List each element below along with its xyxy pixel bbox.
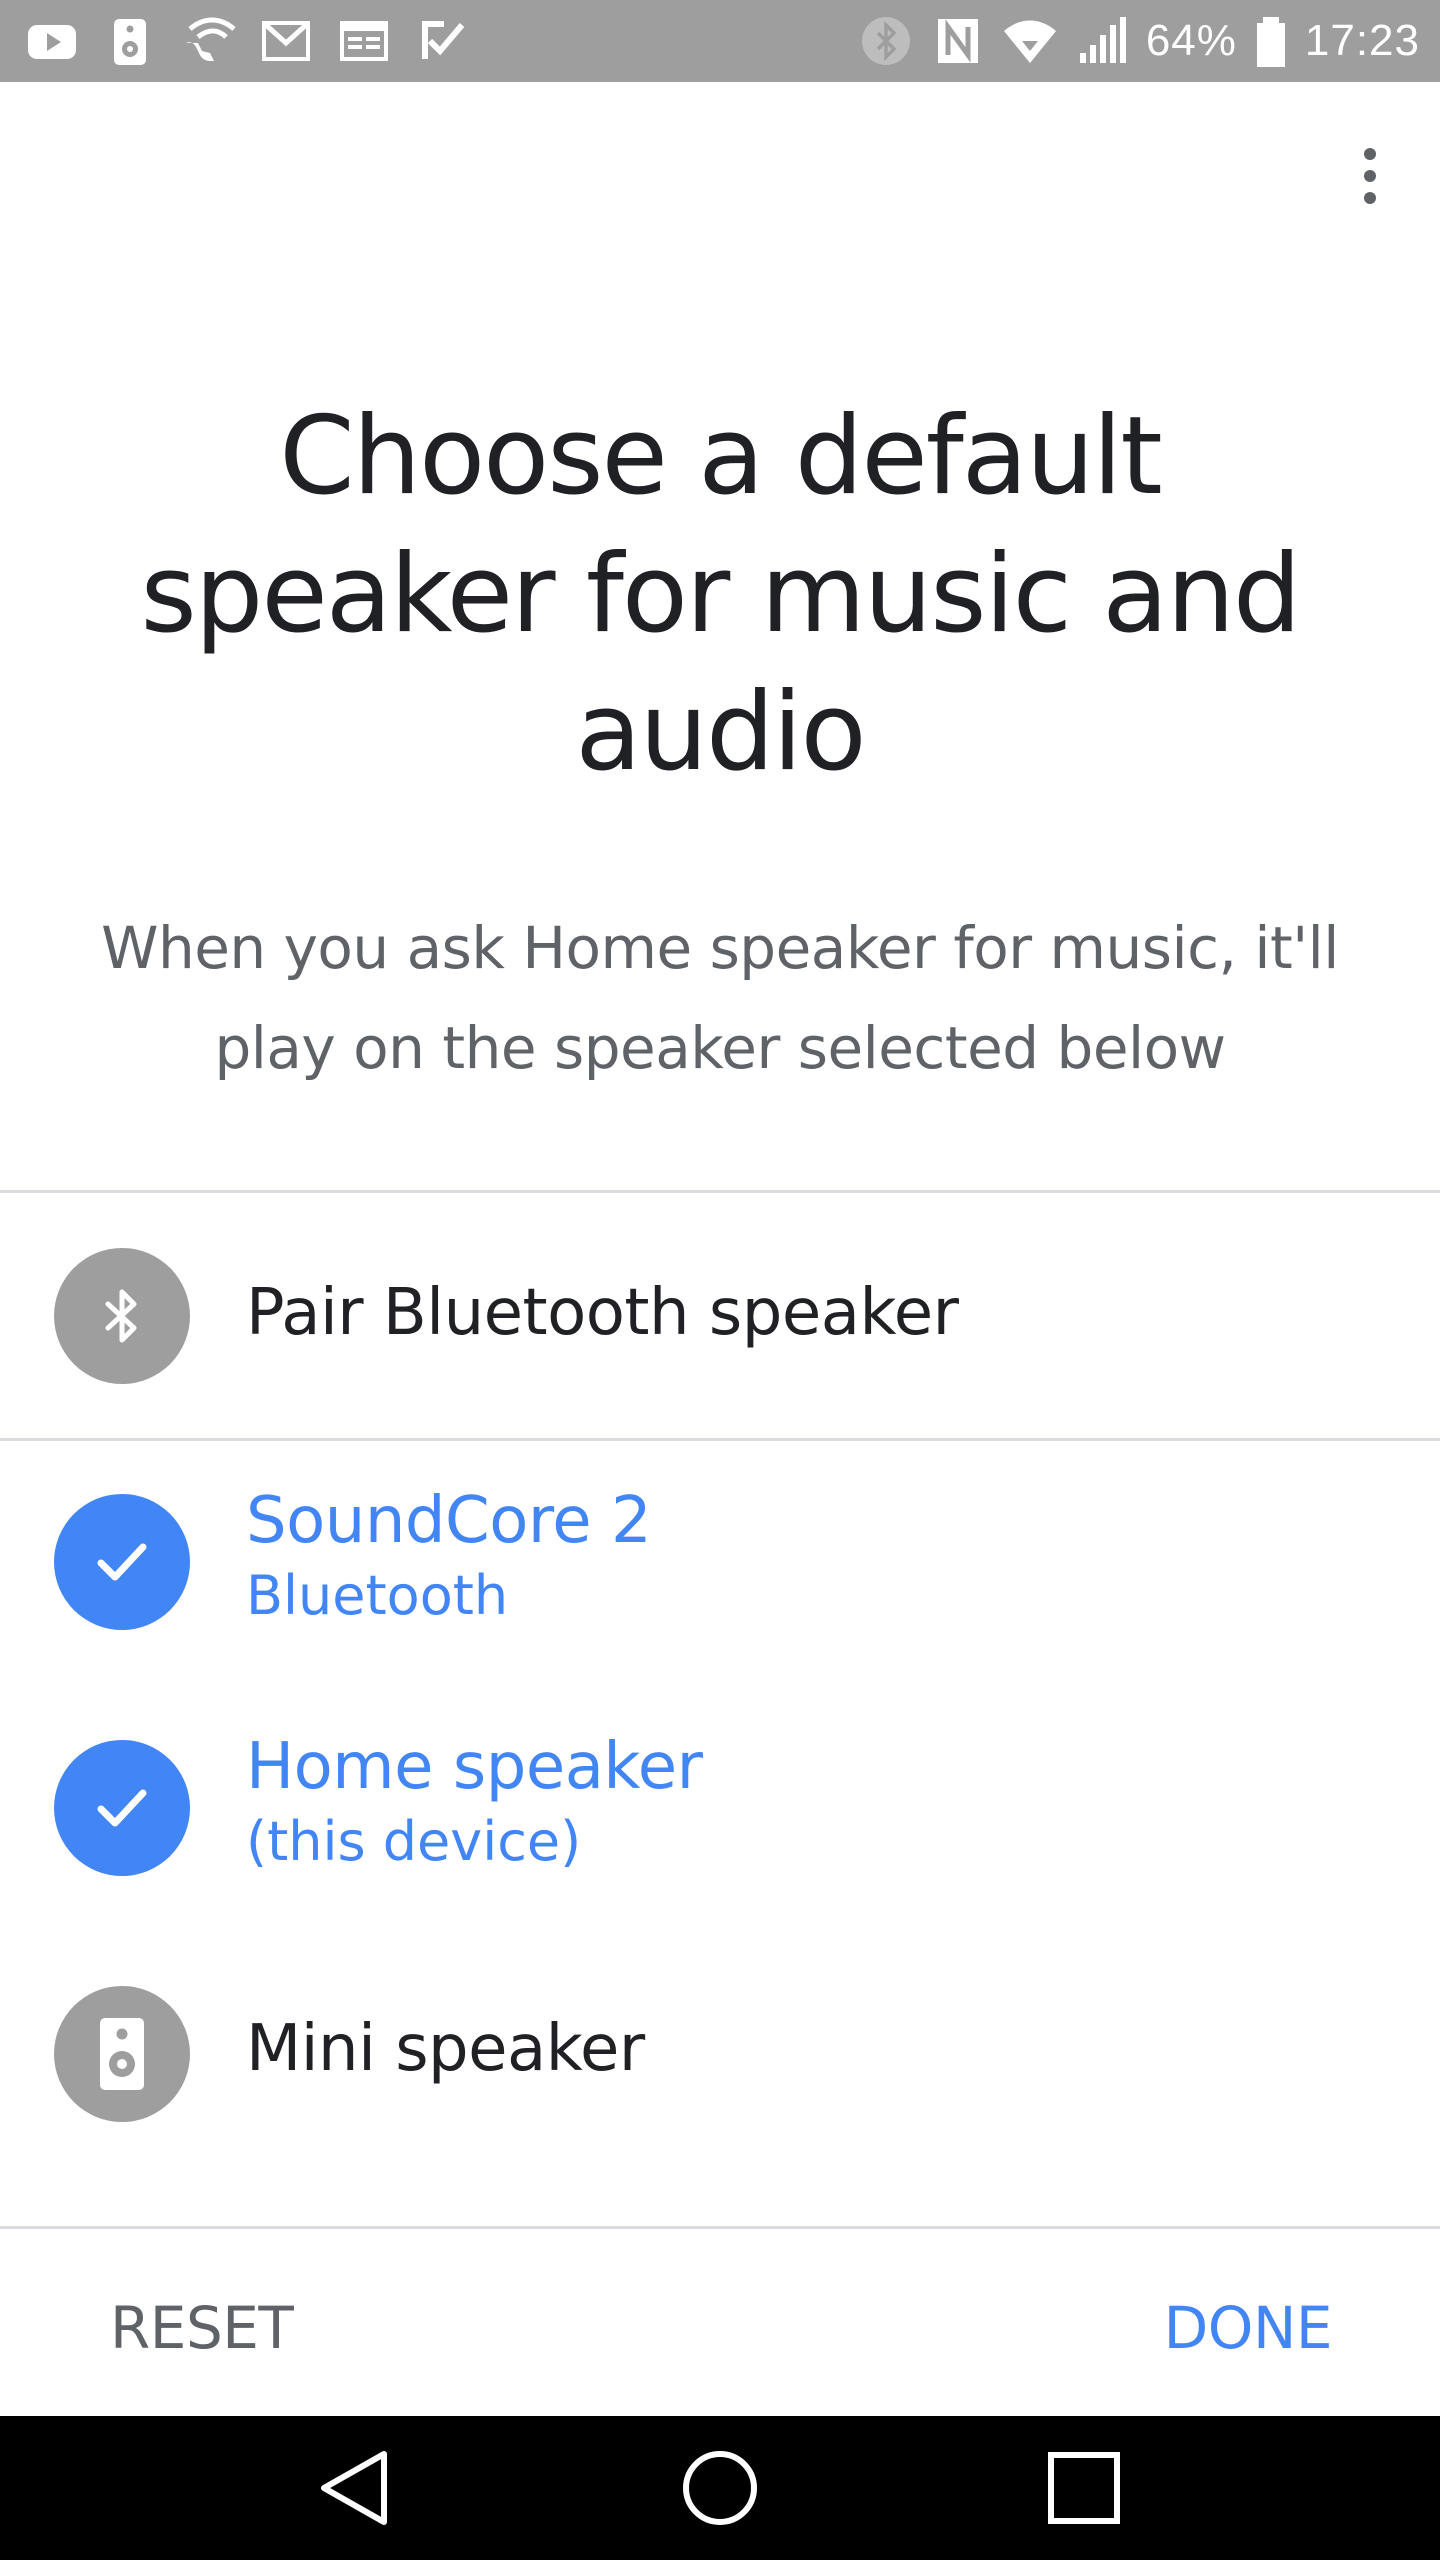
home-icon (683, 2451, 757, 2525)
bluetooth-icon (858, 13, 914, 69)
clock: 17:23 (1304, 16, 1420, 65)
system-status: 64% 17:23 (858, 0, 1420, 82)
speaker-row-mini-speaker[interactable]: Mini speaker (0, 1936, 1440, 2172)
check-icon (54, 1494, 190, 1630)
page-title: Choose a default speaker for music and a… (140, 394, 1302, 795)
bluetooth-icon (54, 1248, 190, 1384)
speaker-detail: Bluetooth (246, 1564, 509, 1627)
youtube-icon (24, 13, 80, 69)
notification-icons (24, 0, 470, 82)
reset-button[interactable]: RESET (110, 2294, 294, 2362)
battery-icon (1253, 13, 1289, 69)
done-button[interactable]: DONE (1164, 2294, 1333, 2362)
home-button[interactable] (670, 2438, 770, 2538)
wifi-calling-icon (180, 13, 236, 69)
pair-bluetooth-row[interactable]: Pair Bluetooth speaker (0, 1194, 1440, 1438)
speaker-name: Home speaker (246, 1730, 703, 1804)
speaker-name: Mini speaker (246, 2012, 645, 2086)
divider (0, 1190, 1440, 1193)
pair-bluetooth-label: Pair Bluetooth speaker (246, 1276, 959, 1350)
tasks-icon (414, 13, 470, 69)
status-bar: 64% 17:23 (0, 0, 1440, 82)
navigation-bar (0, 2416, 1440, 2560)
speaker-icon (54, 1986, 190, 2122)
recents-icon (1048, 2452, 1120, 2524)
speaker-row-home-speaker[interactable]: Home speaker (this device) (0, 1690, 1440, 1926)
wifi-icon (1002, 13, 1058, 69)
page-subtitle: When you ask Home speaker for music, it'… (101, 914, 1339, 1082)
nfc-icon (930, 13, 986, 69)
back-button[interactable] (304, 2438, 404, 2538)
more-options-button[interactable] (1340, 138, 1400, 214)
speaker-row-soundcore-2[interactable]: SoundCore 2 Bluetooth (0, 1444, 1440, 1680)
news-icon (336, 13, 392, 69)
screen: 64% 17:23 Choose a default speaker for m… (0, 0, 1440, 2560)
action-bar: RESET DONE (0, 2228, 1440, 2416)
speaker-name: SoundCore 2 (246, 1484, 652, 1558)
signal-icon (1074, 13, 1130, 69)
more-vert-icon (1364, 148, 1376, 204)
recents-button[interactable] (1034, 2438, 1134, 2538)
gmail-icon (258, 13, 314, 69)
speaker-detail: (this device) (246, 1810, 582, 1873)
check-icon (54, 1740, 190, 1876)
divider (0, 1438, 1440, 1441)
battery-percent: 64% (1145, 16, 1237, 65)
back-icon (321, 2451, 387, 2525)
speaker-icon (102, 13, 158, 69)
